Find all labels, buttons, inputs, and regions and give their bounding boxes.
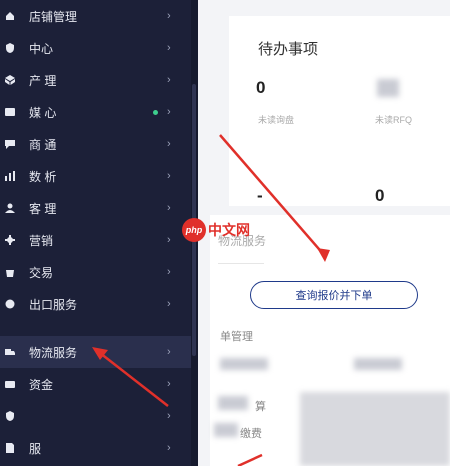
arrow-bottom [237,453,263,466]
annotation-arrows [92,134,330,466]
arrow-to-logistics [99,352,169,407]
arrow-to-button [219,134,326,257]
arrow-head-button [317,248,330,262]
